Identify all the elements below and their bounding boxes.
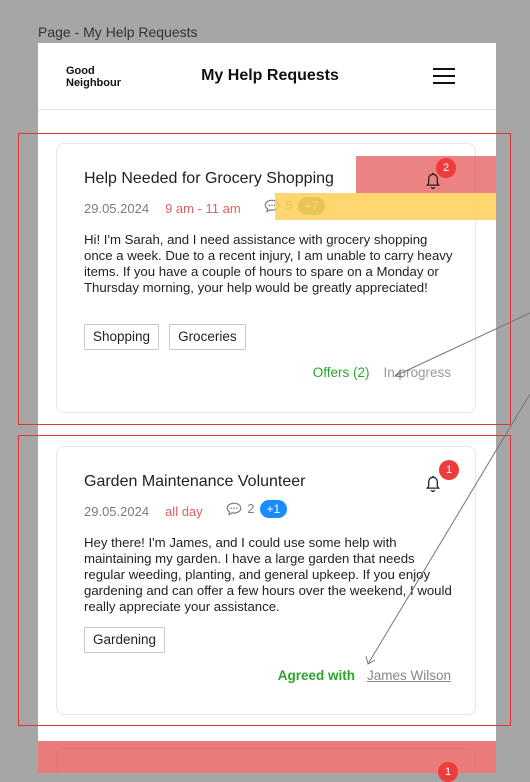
agreed-with-label: Agreed with (277, 668, 355, 683)
page-label: Page - My Help Requests (38, 24, 198, 40)
hamburger-menu-icon[interactable] (433, 68, 455, 84)
tag-list: Gardening (84, 627, 166, 653)
request-time: 9 am - 11 am (165, 201, 241, 216)
tag-gardening[interactable]: Gardening (84, 627, 166, 653)
offers-link[interactable]: Offers (2) (313, 365, 370, 380)
agreed-helper-link[interactable]: James Wilson (367, 668, 451, 683)
request-date: 29.05.2024 (84, 504, 150, 519)
notification-badge: 1 (438, 762, 458, 782)
app-frame: Good Neighbour My Help Requests Help Nee… (38, 43, 496, 773)
request-title[interactable]: Garden Maintenance Volunteer (84, 473, 305, 491)
page-title: My Help Requests (201, 67, 339, 84)
app-header: Good Neighbour My Help Requests (38, 43, 496, 110)
request-footer: Offers (2) In progress (313, 365, 451, 380)
request-card[interactable]: Garden Maintenance Volunteer 29.05.2024 a… (56, 446, 476, 715)
highlight-overlay (38, 741, 496, 773)
request-description: Hi! I'm Sarah, and I need assistance wit… (84, 232, 453, 295)
status-label: In progress (383, 365, 451, 380)
request-description: Hey there! I'm James, and I could use so… (84, 535, 452, 614)
tag-groceries[interactable]: Groceries (169, 324, 246, 350)
new-comments-badge: +1 (259, 500, 288, 518)
bell-icon[interactable] (425, 475, 441, 493)
tag-list: Shopping Groceries (84, 324, 246, 350)
request-footer: Agreed with James Wilson (278, 668, 451, 683)
request-title[interactable]: Help Needed for Grocery Shopping (84, 170, 334, 188)
request-meta: 29.05.2024 all day 2 +1 (84, 499, 288, 519)
notification-badge: 2 (436, 158, 456, 178)
comment-count: 2 (247, 501, 255, 516)
tag-shopping[interactable]: Shopping (84, 324, 160, 350)
notification-badge: 1 (439, 460, 459, 480)
highlight-overlay (275, 193, 496, 220)
request-time: all day (165, 504, 203, 519)
comments-indicator[interactable]: 2 +1 (226, 499, 288, 519)
request-date: 29.05.2024 (84, 201, 150, 216)
comment-icon (226, 502, 242, 516)
